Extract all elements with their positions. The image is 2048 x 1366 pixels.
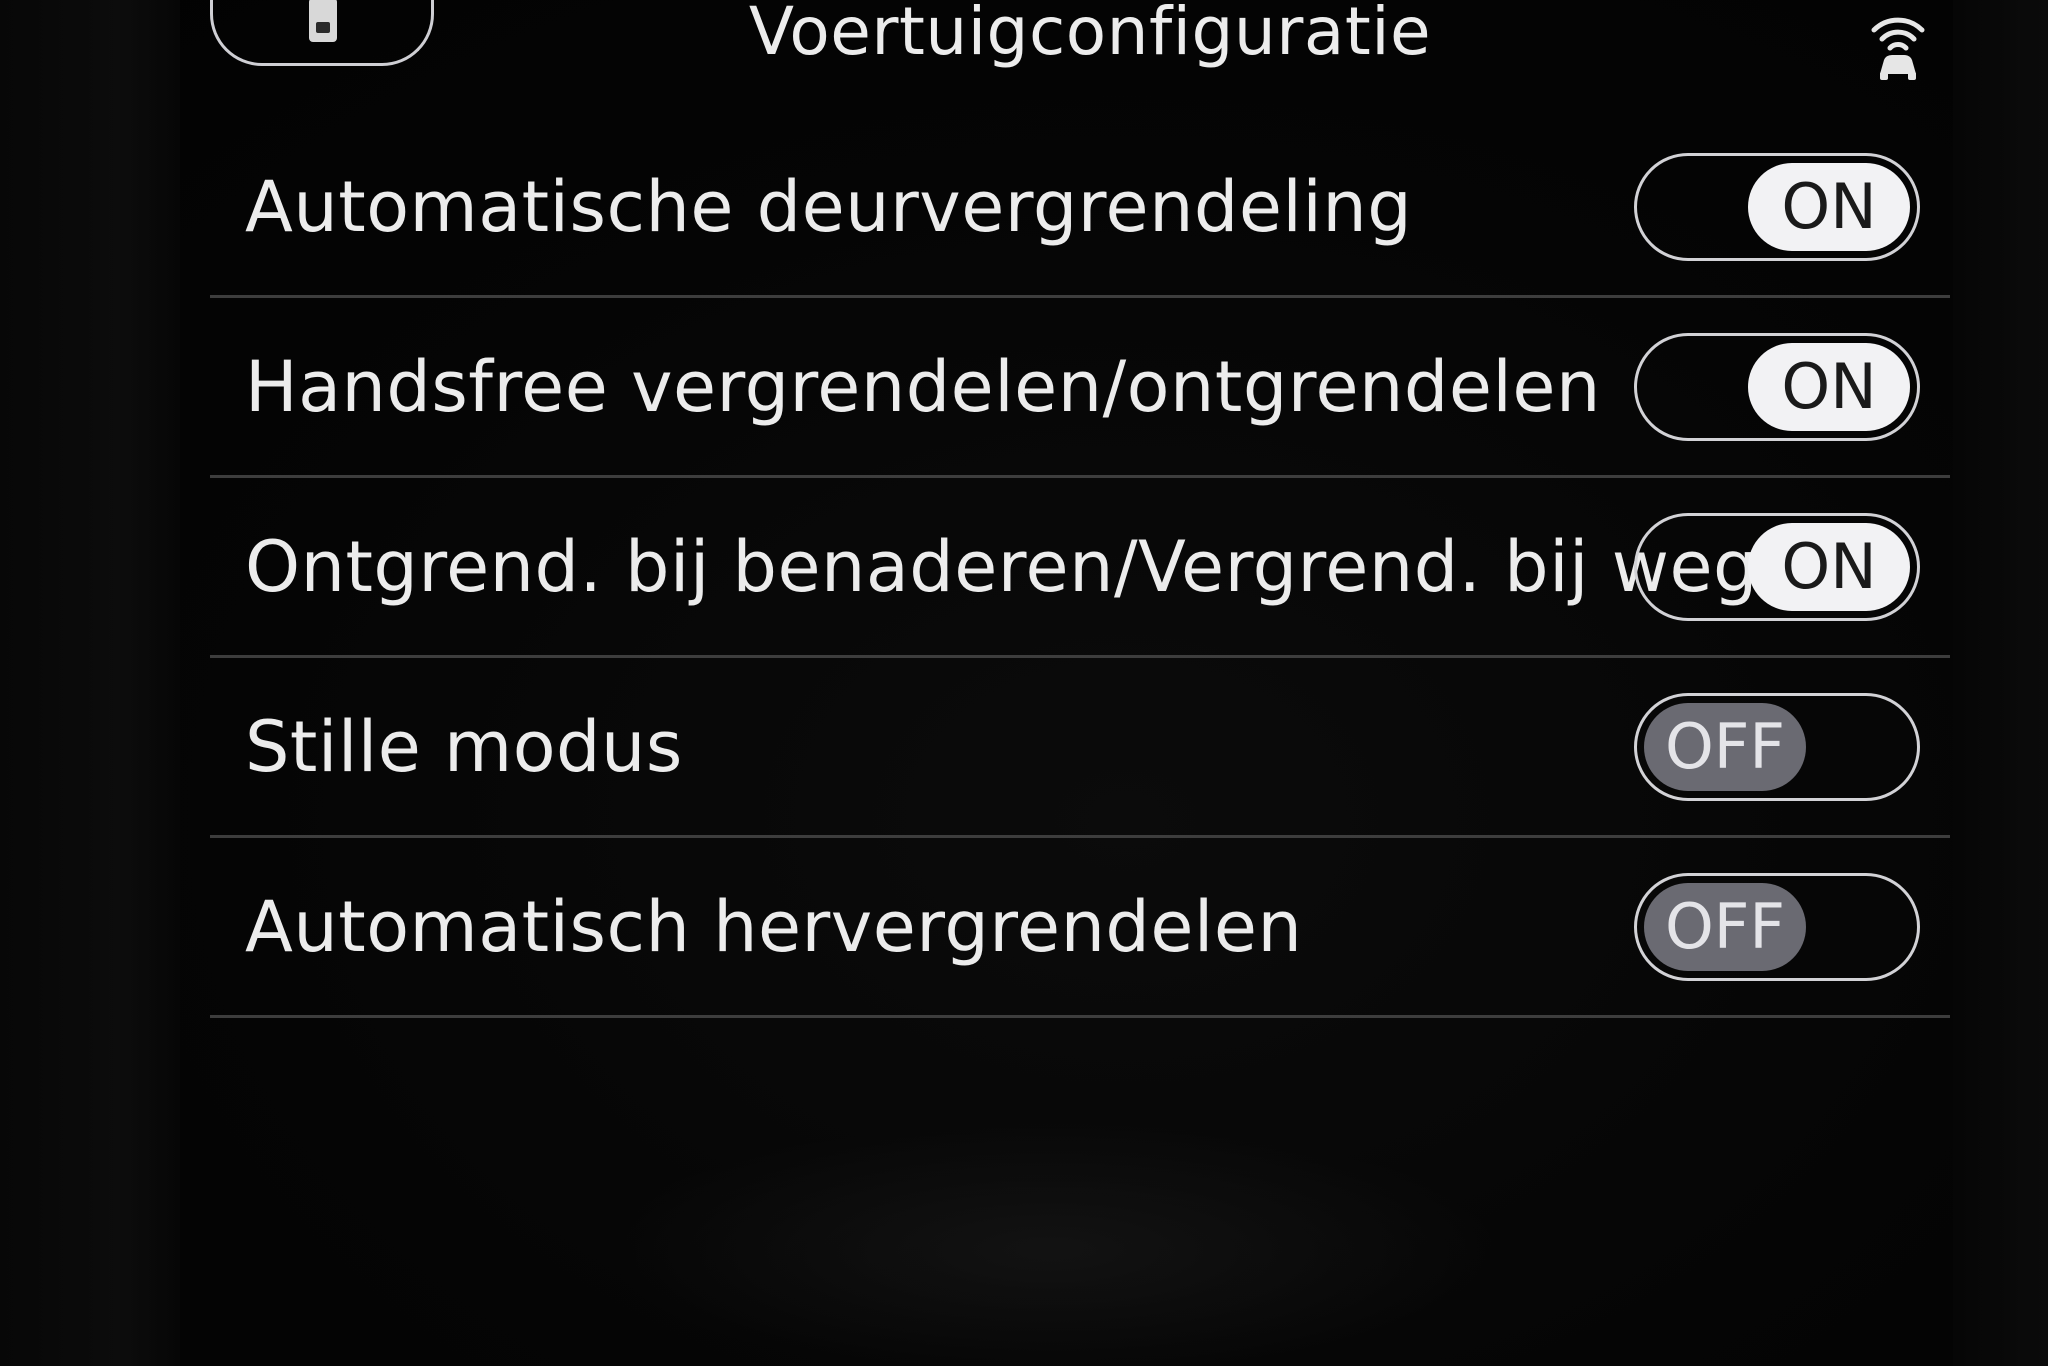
silent-mode-toggle[interactable]: OFF — [1634, 692, 1920, 801]
setting-label: Stille modus — [245, 705, 683, 788]
phone-button[interactable] — [210, 0, 434, 66]
auto-door-lock-toggle[interactable]: ON — [1634, 152, 1920, 261]
setting-row-handsfree-lock[interactable]: Handsfree vergrendelen/ontgrendelen ON — [210, 298, 1950, 478]
setting-row-auto-relock[interactable]: Automatisch hervergrendelen OFF — [210, 838, 1950, 1018]
setting-row-approach-unlock[interactable]: Ontgrend. bij benaderen/Vergrend. bij we… — [210, 478, 1950, 658]
phone-icon — [309, 0, 337, 42]
setting-label: Automatisch hervergrendelen — [245, 885, 1303, 968]
screen-bezel-left — [0, 0, 180, 1366]
car-signal-icon — [1871, 17, 1925, 80]
auto-relock-toggle[interactable]: OFF — [1634, 872, 1920, 981]
vehicle-config-screen: Voertuigconfiguratie Automatische deurve… — [0, 0, 2048, 1366]
toggle-state: ON — [1748, 522, 1910, 611]
approach-unlock-toggle[interactable]: ON — [1634, 512, 1920, 621]
page-title: Voertuigconfiguratie — [748, 0, 1432, 70]
screen-reflection — [600, 1120, 1500, 1366]
setting-row-auto-door-lock[interactable]: Automatische deurvergrendeling ON — [210, 118, 1950, 298]
toggle-state: OFF — [1644, 882, 1806, 971]
toggle-state: ON — [1748, 162, 1910, 251]
settings-list: Automatische deurvergrendeling ON Handsf… — [210, 118, 1950, 1018]
toggle-state: ON — [1748, 342, 1910, 431]
toggle-state: OFF — [1644, 702, 1806, 791]
handsfree-lock-toggle[interactable]: ON — [1634, 332, 1920, 441]
setting-label: Automatische deurvergrendeling — [245, 165, 1413, 248]
setting-label: Handsfree vergrendelen/ontgrendelen — [245, 345, 1601, 428]
setting-row-silent-mode[interactable]: Stille modus OFF — [210, 658, 1950, 838]
screen-bezel-right — [1953, 0, 2048, 1366]
